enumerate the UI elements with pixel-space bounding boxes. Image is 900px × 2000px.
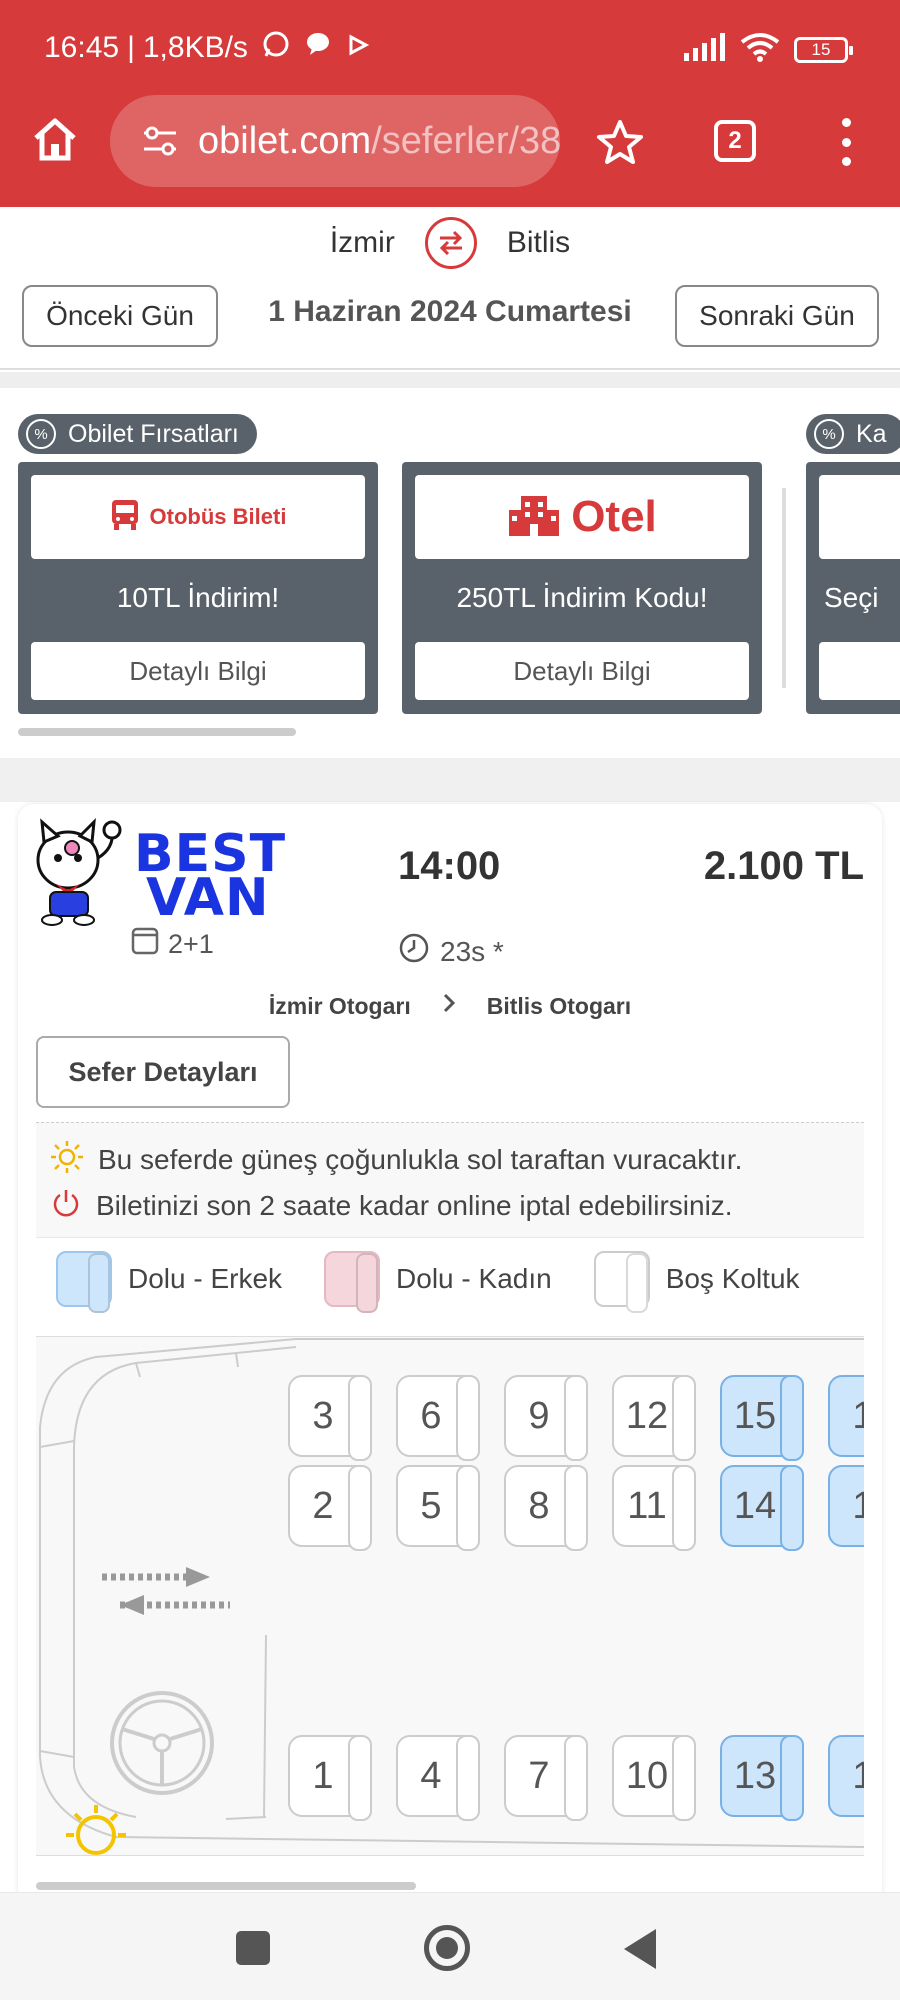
seat-5[interactable]: 5 xyxy=(396,1465,480,1551)
seat-7[interactable]: 7 xyxy=(504,1735,588,1821)
cat-mascot-icon xyxy=(36,818,122,926)
more-menu-icon[interactable] xyxy=(836,118,856,166)
male-seat-swatch xyxy=(56,1251,112,1313)
home-nav-icon[interactable] xyxy=(424,1925,470,1971)
status-speed: 1,8KB/s xyxy=(142,31,248,64)
seat-13[interactable]: 13 xyxy=(720,1735,804,1821)
seat-14[interactable]: 14 xyxy=(720,1465,804,1551)
route-header: İzmir Bitlis Önceki Gün 1 Haziran 2024 C… xyxy=(0,207,900,370)
deal-card-partial[interactable]: Seçi xyxy=(806,462,900,714)
seat-9[interactable]: 9 xyxy=(504,1375,588,1461)
seat-map[interactable]: 369121512581114114710131 xyxy=(36,1336,864,1856)
company-logo: BEST VAN xyxy=(28,818,285,928)
deals-tag: % Obilet Fırsatları xyxy=(18,414,257,454)
bookmark-star-icon[interactable] xyxy=(596,118,644,166)
deal-info-button[interactable] xyxy=(819,642,900,700)
trip-info-box: Bu seferde güneş çoğunlukla sol taraftan… xyxy=(36,1122,864,1238)
destination-city: Bitlis xyxy=(506,226,571,259)
station-route: İzmir Otogarı Bitlis Otogarı xyxy=(18,992,882,1020)
female-seat-swatch xyxy=(324,1251,381,1313)
ticket-price: 2.100 TL xyxy=(703,844,864,888)
seat-10[interactable]: 10 xyxy=(612,1735,696,1821)
system-nav-bar xyxy=(0,1892,900,2000)
deal-info-button[interactable]: Detaylı Bilgi xyxy=(415,642,749,700)
deal-card-bus[interactable]: Otobüs Bileti 10TL İndirim! Detaylı Bilg… xyxy=(18,462,378,714)
next-day-button[interactable]: Sonraki Gün xyxy=(675,285,879,347)
origin-city: İzmir xyxy=(329,226,395,259)
discount-icon: % xyxy=(814,419,844,449)
seat-3[interactable]: 3 xyxy=(288,1375,372,1461)
signal-icon xyxy=(682,33,726,66)
seat-4[interactable]: 4 xyxy=(396,1735,480,1821)
deal-text: 10TL İndirim! xyxy=(116,582,280,613)
recents-icon[interactable] xyxy=(236,1931,270,1965)
deal-info-button[interactable]: Detaylı Bilgi xyxy=(31,642,365,700)
tab-count-button[interactable]: 2 xyxy=(714,120,756,162)
trip-card[interactable]: BEST VAN 2+1 14:00 2.100 TL 23s * İzmir … xyxy=(18,804,882,2000)
entrance-arrows-icon xyxy=(102,1573,230,1609)
trip-duration: 23s * xyxy=(398,932,504,971)
trip-details-button[interactable]: Sefer Detayları xyxy=(36,1036,290,1108)
seat-1[interactable]: 1 xyxy=(288,1735,372,1821)
url-bar[interactable]: obilet.com/seferler/38 xyxy=(110,95,560,187)
home-icon[interactable] xyxy=(30,114,80,164)
play-icon xyxy=(346,31,370,65)
seat-12[interactable]: 12 xyxy=(612,1375,696,1461)
site-settings-icon[interactable] xyxy=(142,123,178,159)
back-icon[interactable] xyxy=(624,1929,656,1969)
discount-icon: % xyxy=(26,419,56,449)
hotel-icon xyxy=(507,494,561,541)
seat-icon xyxy=(130,926,160,963)
deal-card-hotel[interactable]: Otel 250TL İndirim Kodu! Detaylı Bilgi xyxy=(402,462,762,714)
deal-text: 250TL İndirim Kodu! xyxy=(456,582,708,613)
previous-day-button[interactable]: Önceki Gün xyxy=(22,285,218,347)
deal-text: Seçi xyxy=(824,582,879,613)
seat-1[interactable]: 1 xyxy=(828,1465,864,1547)
seat-layout: 2+1 xyxy=(130,926,214,963)
origin-station: İzmir Otogarı xyxy=(268,992,411,1019)
destination-station: Bitlis Otogarı xyxy=(486,992,632,1019)
status-bar: 16:45 | 1,8KB/s xyxy=(44,30,370,66)
seat-8[interactable]: 8 xyxy=(504,1465,588,1551)
whatsapp-icon xyxy=(262,30,290,66)
url-host: obilet.com xyxy=(198,119,372,162)
bus-icon xyxy=(110,498,140,537)
seat-15[interactable]: 15 xyxy=(720,1375,804,1461)
sun-info-text: Bu seferde güneş çoğunlukla sol taraftan… xyxy=(98,1144,743,1175)
deals-tag-2: % Ka xyxy=(806,414,900,454)
status-time: 16:45 xyxy=(44,31,120,64)
empty-seat-swatch xyxy=(593,1251,650,1313)
url-path: /seferler/38 xyxy=(371,119,560,162)
bus-ticket-logo: Otobüs Bileti xyxy=(31,475,365,559)
steering-wheel-icon xyxy=(110,1691,214,1795)
seat-map-scrollbar[interactable] xyxy=(36,1882,416,1890)
deals-carousel[interactable]: % Obilet Fırsatları % Ka Otobüs Bileti 1… xyxy=(0,388,900,758)
seat-11[interactable]: 11 xyxy=(612,1465,696,1551)
hotel-logo: Otel xyxy=(415,475,749,559)
swap-route-icon[interactable] xyxy=(424,217,477,269)
departure-time: 14:00 xyxy=(398,844,501,888)
chevron-right-icon xyxy=(441,992,457,1020)
clock-icon xyxy=(398,932,430,971)
seat-2[interactable]: 2 xyxy=(288,1465,372,1551)
cancel-info-text: Biletinizi son 2 saate kadar online ipta… xyxy=(96,1190,733,1221)
sun-icon xyxy=(50,1140,84,1181)
travel-date: 1 Haziran 2024 Cumartesi xyxy=(268,295,632,328)
seat-1[interactable]: 1 xyxy=(828,1735,864,1817)
wifi-icon xyxy=(740,32,780,67)
chat-icon xyxy=(304,30,332,66)
browser-chrome: 16:45 | 1,8KB/s 15 obilet.com/seferler/3… xyxy=(0,0,900,207)
seat-1[interactable]: 1 xyxy=(828,1375,864,1457)
deals-scrollbar[interactable] xyxy=(18,728,296,736)
seat-legend: Dolu - Erkek Dolu - Kadın Boş Koltuk xyxy=(36,1238,864,1320)
seat-6[interactable]: 6 xyxy=(396,1375,480,1461)
power-icon xyxy=(50,1187,82,1226)
battery-indicator: 15 xyxy=(794,36,853,63)
